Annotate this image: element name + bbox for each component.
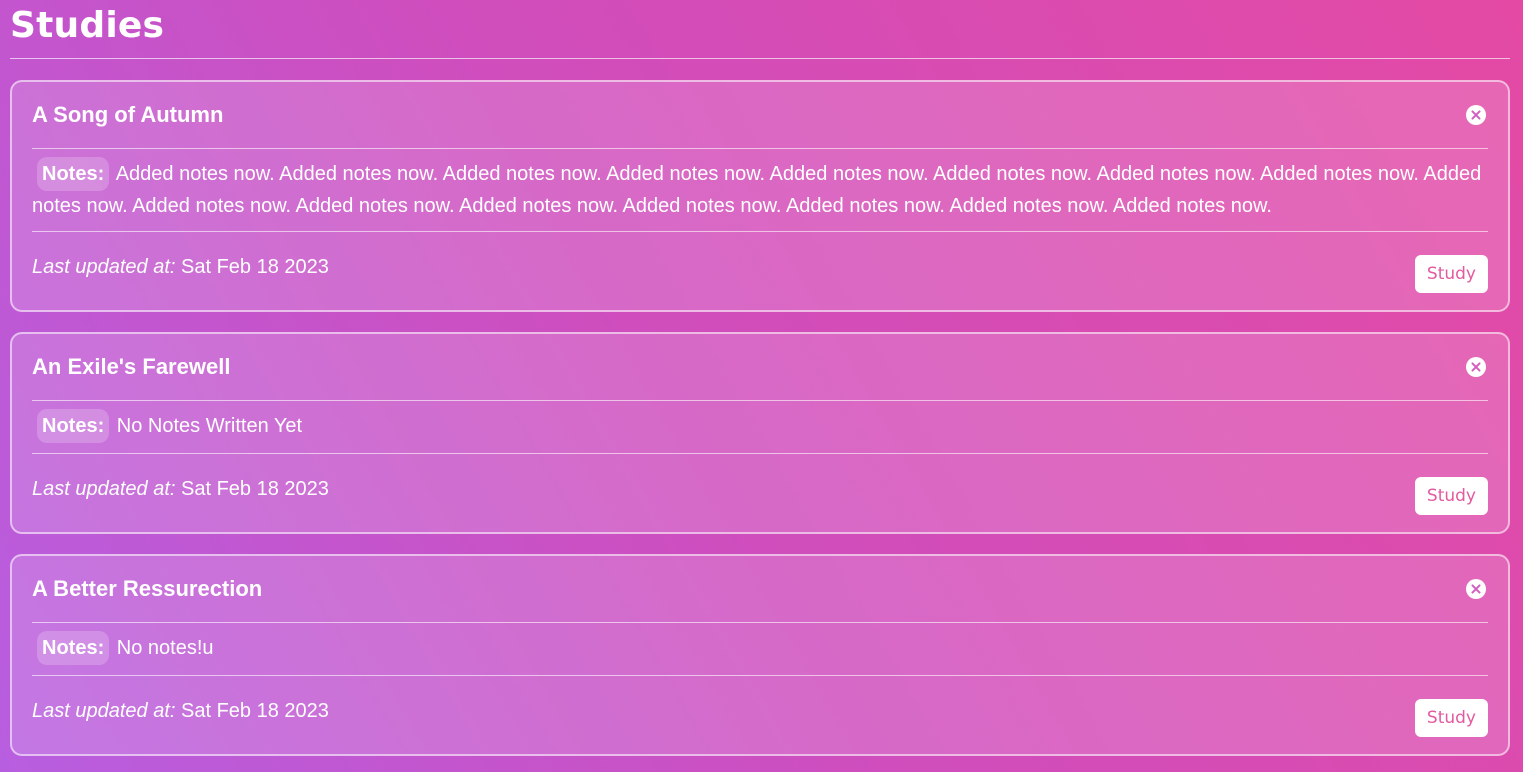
study-card-header: A Song of Autumn bbox=[32, 82, 1488, 149]
study-card: A Song of Autumn Notes: Added notes now.… bbox=[10, 80, 1510, 312]
notes-text: Added notes now. Added notes now. Added … bbox=[32, 163, 1482, 217]
notes-text: No Notes Written Yet bbox=[116, 415, 303, 437]
last-updated-date: Sat Feb 18 2023 bbox=[181, 477, 329, 500]
last-updated-label: Last updated at: bbox=[32, 255, 176, 278]
study-button[interactable]: Study bbox=[1414, 476, 1488, 515]
last-updated: Last updated at: Sat Feb 18 2023 bbox=[32, 256, 329, 279]
title-divider bbox=[10, 58, 1510, 59]
study-button[interactable]: Study bbox=[1414, 698, 1488, 737]
study-title: A Better Ressurection bbox=[32, 576, 263, 601]
last-updated: Last updated at: Sat Feb 18 2023 bbox=[32, 700, 329, 723]
study-card: A Better Ressurection Notes: No notes!u … bbox=[10, 554, 1510, 756]
study-notes: Notes: No notes!u bbox=[32, 623, 1488, 676]
study-card-footer: Last updated at: Sat Feb 18 2023 Study bbox=[32, 454, 1488, 532]
close-icon[interactable] bbox=[1466, 105, 1486, 125]
study-card-footer: Last updated at: Sat Feb 18 2023 Study bbox=[32, 676, 1488, 754]
last-updated-label: Last updated at: bbox=[32, 699, 176, 722]
page-title: Studies bbox=[10, 5, 165, 46]
last-updated-label: Last updated at: bbox=[32, 477, 176, 500]
study-card-header: An Exile's Farewell bbox=[32, 334, 1488, 401]
close-icon[interactable] bbox=[1466, 357, 1486, 377]
study-title: An Exile's Farewell bbox=[32, 354, 231, 379]
last-updated: Last updated at: Sat Feb 18 2023 bbox=[32, 478, 329, 501]
studies-page: Studies A Song of Autumn Notes: Added no… bbox=[10, 0, 1510, 772]
study-card: An Exile's Farewell Notes: No Notes Writ… bbox=[10, 332, 1510, 534]
study-notes: Notes: No Notes Written Yet bbox=[32, 401, 1488, 454]
study-card-footer: Last updated at: Sat Feb 18 2023 Study bbox=[32, 232, 1488, 310]
notes-label: Notes: bbox=[37, 409, 110, 443]
study-notes: Notes: Added notes now. Added notes now.… bbox=[32, 149, 1488, 232]
last-updated-date: Sat Feb 18 2023 bbox=[181, 699, 329, 722]
study-title: A Song of Autumn bbox=[32, 102, 224, 127]
notes-text: No notes!u bbox=[116, 637, 214, 659]
last-updated-date: Sat Feb 18 2023 bbox=[181, 255, 329, 278]
notes-label: Notes: bbox=[37, 157, 110, 191]
notes-label: Notes: bbox=[37, 631, 110, 665]
close-icon[interactable] bbox=[1466, 579, 1486, 599]
study-card-header: A Better Ressurection bbox=[32, 556, 1488, 623]
study-button[interactable]: Study bbox=[1414, 254, 1488, 293]
